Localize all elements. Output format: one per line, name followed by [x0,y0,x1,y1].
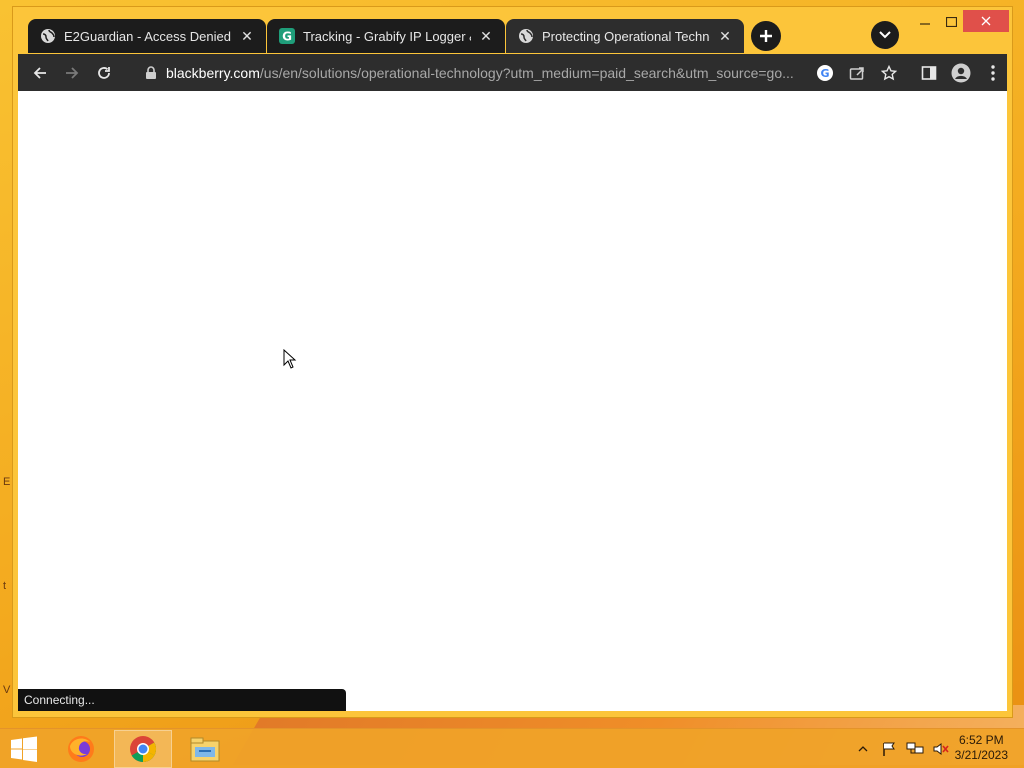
arrow-right-icon [66,67,79,79]
new-tab-button[interactable] [751,21,781,51]
tab-title: Tracking - Grabify IP Logger & URL [303,28,471,44]
address-bar[interactable]: blackberry.com/us/en/solutions/operation… [128,58,809,87]
url-text: blackberry.com/us/en/solutions/operation… [166,65,809,81]
clock-date: 3/21/2023 [954,748,1008,762]
lock-icon [146,65,156,79]
tab-operational-technology[interactable]: Protecting Operational Technology ✕ [506,19,744,53]
svg-text:G: G [282,30,292,44]
kebab-menu-icon [991,65,995,81]
side-panel-icon [921,66,937,80]
desktop-edge-letter: t [3,580,7,592]
desktop-edge-letter: V [3,684,11,696]
browser-window: E2Guardian - Access Denied ✕ G Tracking … [12,6,1013,718]
speaker-muted-icon [933,743,949,755]
page-content[interactable]: Connecting... [18,91,1007,711]
google-icon: G [817,65,833,81]
chrome-icon [130,736,157,763]
chevron-up-icon [858,746,868,752]
browser-toolbar: blackberry.com/us/en/solutions/operation… [18,54,1007,91]
share-button[interactable] [843,59,871,87]
maximize-icon [945,17,957,27]
avatar-icon [951,63,971,83]
tab-strip: E2Guardian - Access Denied ✕ G Tracking … [13,7,1012,53]
maximize-button[interactable] [937,9,965,35]
globe-icon [40,28,56,44]
minimize-button[interactable] [911,9,939,35]
tab-grabify[interactable]: G Tracking - Grabify IP Logger & URL ✕ [267,19,505,53]
taskbar: 6:52 PM 3/21/2023 [0,728,1024,768]
url-path: /us/en/solutions/operational-technology?… [259,64,794,81]
close-tab-icon[interactable]: ✕ [477,27,495,45]
star-icon [881,65,897,81]
volume-muted-icon[interactable] [932,740,950,758]
taskbar-firefox[interactable] [52,730,110,768]
chevron-down-icon [879,31,891,39]
action-center-icon[interactable] [880,740,898,758]
profile-button[interactable] [947,59,975,87]
reload-icon [98,67,110,79]
side-panel-button[interactable] [915,59,943,87]
system-tray [850,729,954,768]
back-button[interactable] [26,59,54,87]
menu-button[interactable] [979,59,1007,87]
flag-icon [883,742,895,756]
plus-icon [760,30,772,42]
tab-title: Protecting Operational Technology [542,28,710,44]
show-hidden-icons-button[interactable] [854,740,872,758]
arrow-left-icon [33,67,46,79]
forward-button[interactable] [58,59,86,87]
clock-time: 6:52 PM [958,733,1004,747]
reload-button[interactable] [90,59,118,87]
close-tab-icon[interactable]: ✕ [238,27,256,45]
close-window-button[interactable] [963,10,1009,32]
desktop-edge-letter: E [3,476,11,488]
url-host: blackberry.com [166,64,260,81]
grabify-icon: G [279,28,295,44]
file-explorer-icon [190,737,220,762]
taskbar-file-explorer[interactable] [176,730,234,768]
google-lens-button[interactable]: G [811,59,839,87]
network-icon-glyph [906,742,924,754]
share-icon [849,67,864,80]
network-icon[interactable] [906,740,924,758]
start-button[interactable] [0,730,48,768]
firefox-icon [68,736,94,762]
close-icon [981,16,991,26]
taskbar-chrome[interactable] [114,730,172,768]
minimize-icon [920,23,930,25]
start-icon [11,736,37,762]
tab-title: E2Guardian - Access Denied [64,28,231,44]
taskbar-clock[interactable]: 6:52 PM 3/21/2023 [955,733,1008,763]
tab-e2guardian[interactable]: E2Guardian - Access Denied ✕ [28,19,266,53]
status-bubble: Connecting... [18,689,346,711]
bookmark-button[interactable] [875,59,903,87]
globe-icon [518,28,534,44]
svg-text:G: G [820,67,829,80]
close-tab-icon[interactable]: ✕ [716,27,734,45]
mouse-cursor-icon [283,349,297,369]
tab-search-button[interactable] [871,21,899,49]
